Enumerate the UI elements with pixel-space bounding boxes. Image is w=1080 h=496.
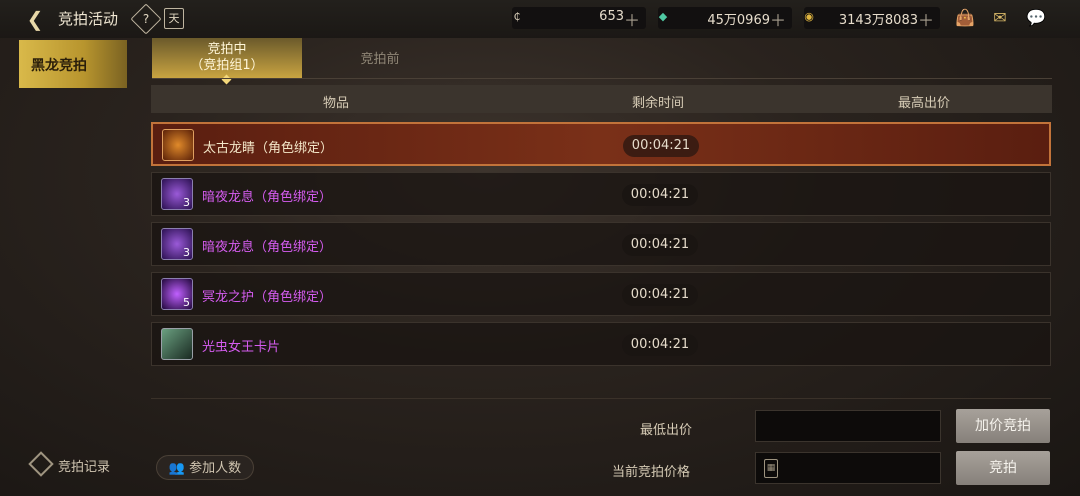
dark-dragon-breath-icon: 3 [161,228,193,260]
bid-button[interactable]: 竞拍 [956,451,1050,485]
currency-gem: ◆ 45万0969 ＋ [658,7,792,31]
gold-coin-icon: ◉ [804,10,814,23]
item-name: 冥龙之护（角色绑定） [202,290,333,305]
record-label: 竞拍记录 [58,460,111,475]
participants-label: 参加人数 [189,461,242,476]
min-bid-label: 最低出价 [640,423,693,438]
table-row[interactable]: 光虫女王卡片 00:04:21 [151,322,1051,366]
mail-icon[interactable]: ✉ [988,8,1012,28]
back-arrow-icon[interactable]: ❮ [22,6,48,32]
table-row[interactable]: 5 冥龙之护（角色绑定） 00:04:21 [151,272,1051,316]
table-row[interactable]: 3 暗夜龙息（角色绑定） 00:04:21 [151,222,1051,266]
card-icon [161,328,193,360]
calendar-icon[interactable]: 天 [164,8,184,29]
current-bid-label: 当前竞拍价格 [612,465,691,480]
currency-c-coin: ₵ 653 ＋ [512,7,646,31]
add-currency-button[interactable]: ＋ [624,7,640,31]
currency-value: 45万0969 [707,13,770,28]
item-count: 3 [183,246,190,259]
record-icon [28,451,54,477]
remaining-time: 00:04:21 [622,234,698,256]
item-name: 太古龙睛（角色绑定） [203,141,334,156]
sidebar-item-label: 黑龙竞拍 [31,58,87,74]
raise-bid-button[interactable]: 加价竞拍 [956,409,1050,443]
item-count: 3 [183,196,190,209]
people-icon: 👥 [168,461,186,476]
tab-divider [152,78,1052,79]
gem-icon: ◆ [658,10,668,23]
add-currency-button[interactable]: ＋ [770,7,786,31]
tab-auctioning[interactable]: 竞拍中 （竞拍组1） [152,38,302,85]
tab-indicator [221,74,232,85]
currency-value: 3143万8083 [838,13,918,28]
table-row[interactable]: 太古龙睛（角色绑定） 00:04:21 [151,122,1051,166]
tab-pre-auction[interactable]: 竞拍前 [330,48,430,67]
column-header-highest-bid: 最高出价 [898,96,951,111]
item-count: 5 [183,296,190,309]
table-row[interactable]: 3 暗夜龙息（角色绑定） 00:04:21 [151,172,1051,216]
add-currency-button[interactable]: ＋ [918,7,934,31]
item-name: 暗夜龙息（角色绑定） [202,190,333,205]
chat-icon[interactable]: 💬 [1024,8,1048,28]
sidebar-item-black-dragon-auction[interactable]: 黑龙竞拍 [19,40,127,88]
column-header-item: 物品 [323,96,350,111]
current-bid-input[interactable]: ▦ [755,452,941,484]
calculator-icon[interactable]: ▦ [764,459,778,478]
bag-icon[interactable]: 👜 [953,8,977,28]
page-title: 竞拍活动 [58,10,119,28]
currency-gold: ◉ 3143万8083 ＋ [804,7,940,31]
underworld-dragon-guard-icon: 5 [161,278,193,310]
tab-sublabel: （竞拍组1） [190,58,264,73]
divider [151,398,1051,399]
remaining-time: 00:04:21 [622,184,698,206]
remaining-time: 00:04:21 [622,284,698,306]
currency-value: 653 [599,9,624,24]
item-name: 光虫女王卡片 [202,340,281,355]
participants-button[interactable]: 👥 参加人数 [156,455,254,480]
remaining-time: 00:04:21 [622,334,698,356]
min-bid-field [755,410,941,442]
auction-record-button[interactable]: 竞拍记录 [28,451,111,477]
dark-dragon-breath-icon: 3 [161,178,193,210]
c-coin-icon: ₵ [513,10,521,23]
column-header-time: 剩余时间 [632,96,685,111]
remaining-time: 00:04:21 [623,135,699,157]
item-name: 暗夜龙息（角色绑定） [202,240,333,255]
tab-label: 竞拍中 [207,42,247,57]
dragon-eye-icon [162,129,194,161]
